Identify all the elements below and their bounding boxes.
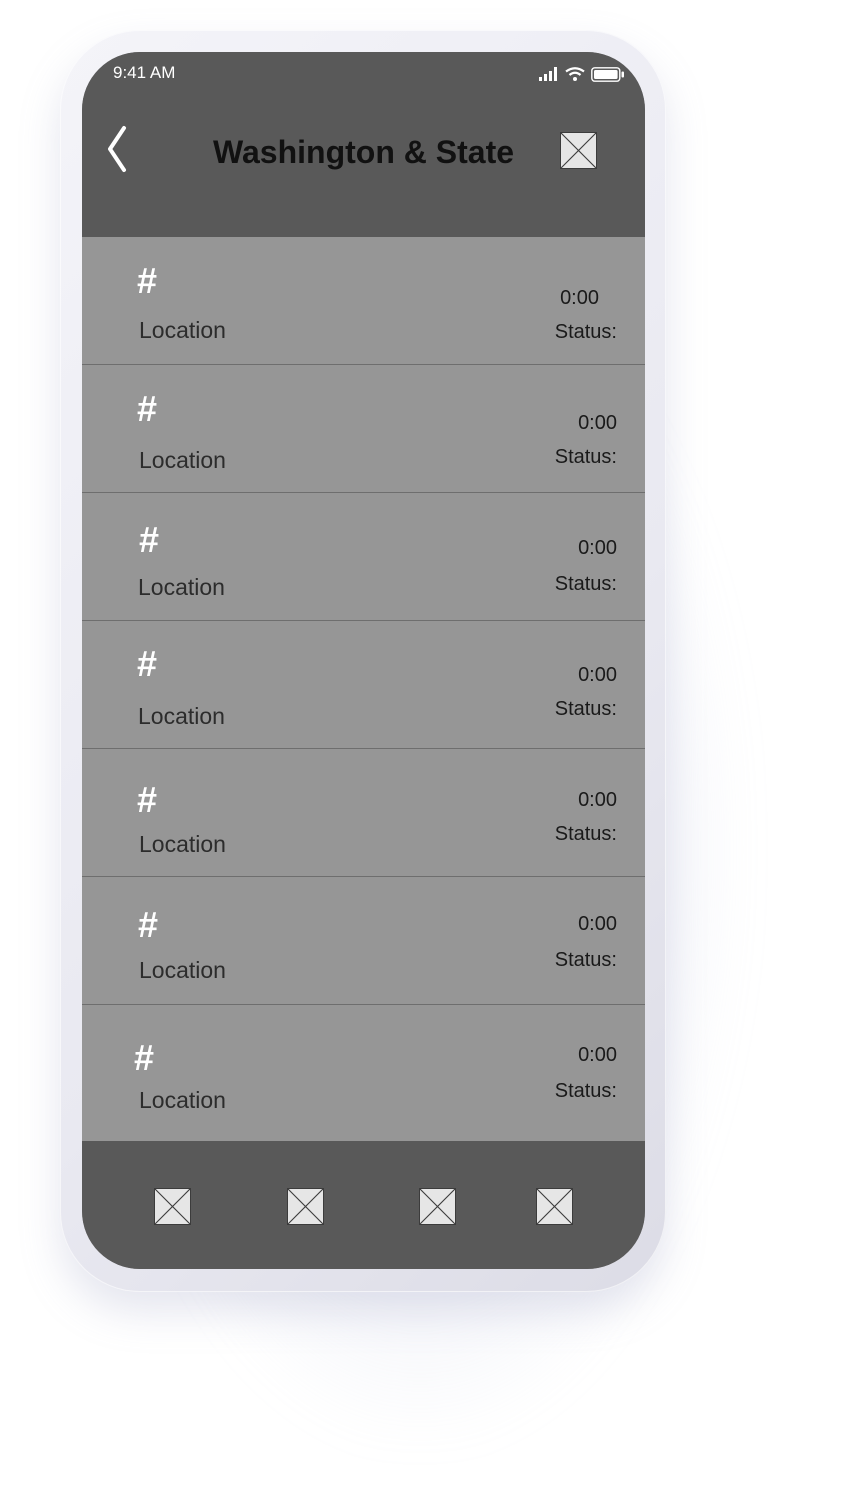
item-status: Status: — [554, 573, 617, 595]
item-location: Location — [138, 703, 225, 729]
tab-3[interactable] — [419, 1188, 456, 1225]
battery-icon — [591, 66, 624, 82]
item-number: # — [137, 260, 158, 301]
item-status: Status: — [554, 698, 617, 720]
image-placeholder-icon — [155, 1189, 190, 1224]
image-placeholder-icon — [288, 1189, 323, 1224]
item-time: 0:00 — [578, 789, 617, 811]
list-item[interactable]: # Location 0:00 Status: — [82, 365, 645, 493]
tab-2[interactable] — [287, 1188, 324, 1225]
item-location: Location — [139, 957, 226, 983]
header-action-button[interactable] — [560, 132, 597, 169]
phone-screen: 9:41 AM Washington & State # Location 0:… — [82, 52, 645, 1269]
tab-1[interactable] — [154, 1188, 191, 1225]
app-header: 9:41 AM Washington & State — [82, 52, 645, 237]
back-button[interactable] — [104, 124, 134, 174]
item-location: Location — [138, 574, 225, 600]
item-time: 0:00 — [578, 664, 617, 686]
item-location: Location — [139, 317, 226, 343]
item-number: # — [137, 388, 158, 429]
item-time: 0:00 — [578, 1044, 617, 1066]
item-time: 0:00 — [578, 913, 617, 935]
list-item[interactable]: # Location 0:00 Status: — [82, 877, 645, 1005]
item-status: Status: — [554, 446, 617, 468]
item-status: Status: — [554, 321, 617, 343]
status-bar-icons — [539, 66, 625, 82]
image-placeholder-icon — [420, 1189, 455, 1224]
image-placeholder-icon — [537, 1189, 572, 1224]
item-time: 0:00 — [578, 537, 617, 559]
item-location: Location — [139, 1087, 226, 1113]
item-time: 0:00 — [560, 287, 599, 309]
item-location: Location — [139, 831, 226, 857]
item-status: Status: — [554, 823, 617, 845]
list-item[interactable]: # Location 0:00 Status: — [82, 621, 645, 749]
tab-4[interactable] — [536, 1188, 573, 1225]
item-number: # — [138, 904, 159, 945]
status-bar-time: 9:41 AM — [113, 63, 176, 82]
wifi-icon — [565, 67, 585, 81]
list-item[interactable]: # Location 0:00 Status: — [82, 1005, 645, 1136]
item-time: 0:00 — [578, 412, 617, 434]
item-status: Status: — [554, 1080, 617, 1102]
item-location: Location — [139, 447, 226, 473]
location-list: # Location 0:00 Status: # Location 0:00 … — [82, 237, 645, 1136]
image-placeholder-icon — [561, 133, 596, 168]
list-item[interactable]: # Location 0:00 Status: — [82, 749, 645, 877]
item-number: # — [134, 1037, 155, 1078]
item-status: Status: — [554, 949, 617, 971]
signal-icon — [539, 67, 557, 81]
list-item[interactable]: # Location 0:00 Status: — [82, 493, 645, 621]
list-item[interactable]: # Location 0:00 Status: — [82, 237, 645, 365]
chevron-left-icon — [108, 126, 126, 172]
item-number: # — [139, 519, 160, 560]
bottom-tab-bar — [82, 1141, 645, 1269]
item-number: # — [137, 643, 158, 684]
page-title: Washington & State — [212, 134, 515, 170]
item-number: # — [137, 779, 158, 820]
